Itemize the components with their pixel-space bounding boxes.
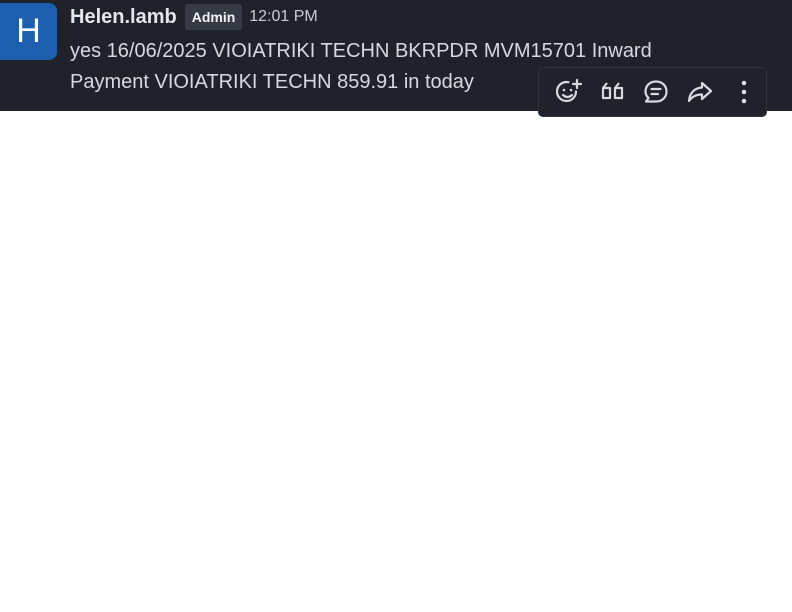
message-timestamp[interactable]: 12:01 PM [249, 8, 317, 26]
chat-message: H Helen.lamb Admin 12:01 PM yes 16/06/20… [0, 0, 792, 117]
quote-button[interactable] [591, 72, 635, 112]
add-reaction-button[interactable] [547, 72, 591, 112]
forward-button[interactable] [678, 72, 722, 112]
forward-icon [688, 81, 713, 103]
quote-icon [601, 82, 623, 100]
message-header: Helen.lamb Admin 12:01 PM [70, 4, 318, 30]
more-options-icon [741, 80, 747, 104]
reply-in-thread-button[interactable] [635, 72, 679, 112]
message-text-line: yes 16/06/2025 VIOIATRIKI TECHN BKRPDR M… [70, 40, 652, 62]
avatar[interactable]: H [0, 3, 57, 60]
username[interactable]: Helen.lamb [70, 6, 177, 29]
reply-in-thread-icon [644, 80, 669, 103]
add-reaction-icon [555, 78, 582, 103]
role-badge: Admin [184, 4, 243, 30]
message-actions-toolbar [538, 67, 767, 117]
more-options-button[interactable] [722, 72, 766, 112]
